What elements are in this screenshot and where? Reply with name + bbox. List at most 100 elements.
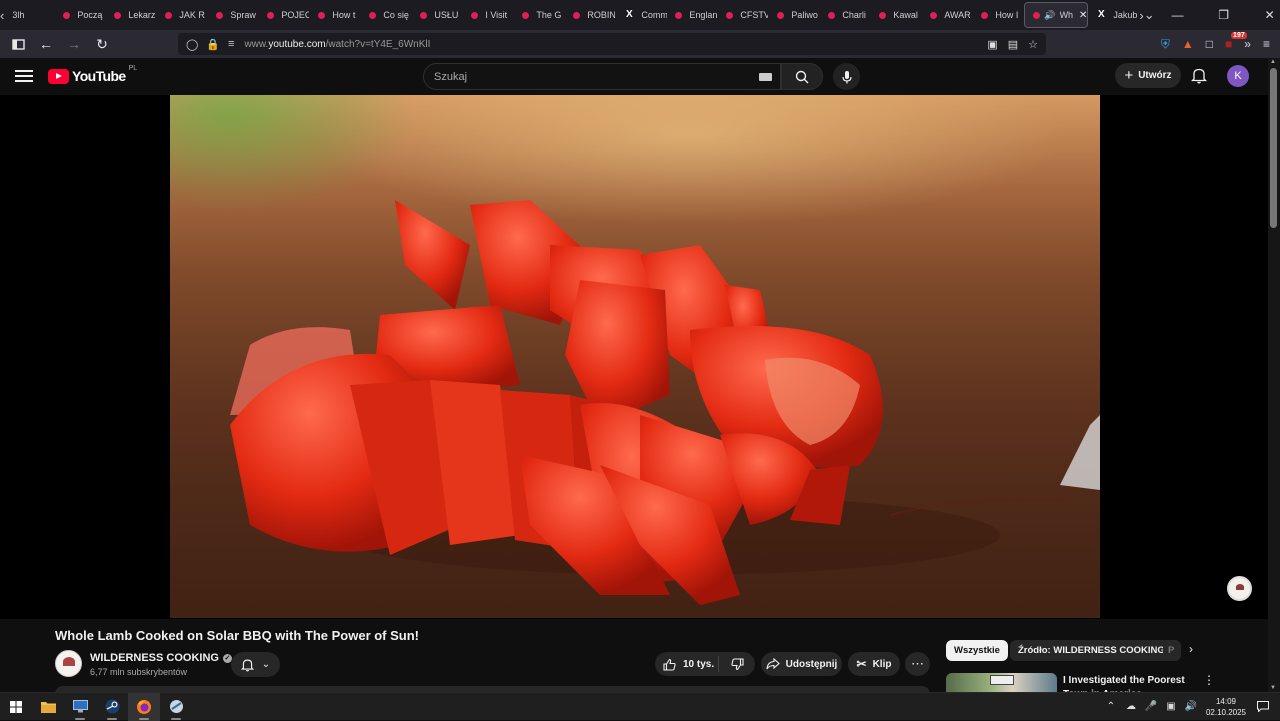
browser-tab[interactable]: CFSTV (718, 2, 769, 28)
chevron-right-icon[interactable]: › (1189, 642, 1193, 656)
microphone-icon[interactable]: 🎤 (1144, 701, 1158, 712)
clock-time: 14:09 (1215, 696, 1237, 706)
extension-fox-icon[interactable]: ▲ (1182, 37, 1194, 51)
account-avatar[interactable]: K (1227, 65, 1249, 87)
lock-icon[interactable]: 🔒 (206, 38, 220, 51)
voice-search-button[interactable] (833, 63, 860, 90)
firefox-icon[interactable] (128, 692, 160, 721)
browser-tab[interactable]: Kawal (871, 2, 922, 28)
browser-tab[interactable]: Charli (820, 2, 871, 28)
browser-tab[interactable]: X Comm (616, 2, 667, 28)
close-window-icon[interactable]: ✕ (1247, 0, 1280, 30)
tracking-protection-icon[interactable]: ◯ (186, 38, 198, 51)
youtube-favicon-icon (879, 11, 887, 19)
browser-tab[interactable]: How t (310, 2, 361, 28)
recommended-thumbnail[interactable] (946, 673, 1057, 693)
search-input[interactable]: Szukaj (423, 63, 781, 90)
youtube-logo[interactable]: YouTube PL (48, 65, 137, 84)
app-icon[interactable] (160, 693, 192, 721)
share-button[interactable]: Udostępnij (761, 652, 842, 676)
file-explorer-icon[interactable] (32, 693, 64, 721)
extensions-puzzle-icon[interactable]: □ (1206, 37, 1213, 51)
taskbar-clock[interactable]: 14:09 02.10.2025 (1204, 696, 1248, 718)
tab-title: Comm (641, 10, 668, 20)
windows-start-icon[interactable] (0, 693, 32, 721)
scrollbar-thumb[interactable] (1270, 68, 1277, 228)
browser-tab[interactable]: ROBIN (565, 2, 616, 28)
extensions-area: ⛨ ▲ □ ■ 197 » ≡ (1161, 32, 1270, 55)
guide-menu-icon[interactable] (15, 67, 33, 85)
clip-button[interactable]: ✂ Klip (848, 652, 900, 676)
sidebar-toggle-icon[interactable] (6, 32, 30, 56)
address-bar[interactable]: ◯ 🔒 ≡ www.youtube.com/watch?v=tY4E_6WnKl… (178, 33, 1046, 55)
list-all-tabs-icon[interactable]: ⌄ (1144, 0, 1155, 30)
create-button[interactable]: + Utwórz (1115, 63, 1181, 88)
browser-tab[interactable]: 3lh (4, 2, 55, 28)
window-controls: — ❐ ✕ (1155, 0, 1280, 30)
keyboard-icon[interactable] (759, 73, 772, 81)
channel-name-link[interactable]: WILDERNESS COOKING ✓ (90, 652, 232, 664)
more-vertical-icon[interactable]: ⋮ (1203, 673, 1215, 687)
tab-audio-icon[interactable]: 🔊 (1044, 10, 1055, 21)
page-scrollbar[interactable]: ▲ ▼ (1268, 58, 1280, 692)
volume-icon[interactable]: 🔊 (1184, 701, 1198, 712)
youtube-favicon-icon (318, 11, 326, 19)
minimize-icon[interactable]: — (1155, 0, 1201, 30)
browser-tab[interactable]: USŁU (412, 2, 463, 28)
app-menu-icon[interactable]: ≡ (1263, 37, 1270, 51)
bell-icon (240, 659, 254, 671)
forward-icon[interactable]: → (62, 32, 86, 56)
browser-tab[interactable]: Paliwo (769, 2, 820, 28)
chip-channel-source[interactable]: Źródło: WILDERNESS COOKING (1010, 640, 1173, 661)
like-button[interactable]: 10 tys. (655, 656, 719, 672)
youtube-favicon-icon (471, 11, 479, 19)
browser-tab[interactable]: Począ (55, 2, 106, 28)
onedrive-cloud-icon[interactable]: ☁ (1124, 701, 1138, 712)
picture-in-picture-icon[interactable]: ▣ (987, 38, 997, 51)
reload-icon[interactable]: ↻ (90, 32, 114, 56)
browser-tab[interactable]: AWAR (922, 2, 973, 28)
browser-tab[interactable]: Co się (361, 2, 412, 28)
more-tools-icon[interactable]: » (1244, 37, 1251, 51)
notification-center-icon[interactable] (1254, 698, 1272, 716)
subscription-notifications-button[interactable]: ⌄ (231, 652, 280, 677)
browser-tab[interactable]: X Jakub (1088, 2, 1139, 28)
channel-avatar[interactable] (55, 650, 82, 677)
browser-tab[interactable]: Lekarz (106, 2, 157, 28)
channel-watermark[interactable] (1227, 576, 1252, 601)
browser-tab-active[interactable]: 🔊 Wh ✕ (1024, 2, 1089, 28)
permissions-icon[interactable]: ≡ (228, 38, 234, 50)
thumbs-up-icon (663, 658, 676, 671)
youtube-favicon-icon (726, 11, 734, 19)
more-actions-button[interactable]: ⋯ (905, 652, 930, 676)
back-icon[interactable]: ← (34, 32, 58, 56)
reader-view-icon[interactable]: ▤ (1008, 38, 1018, 51)
video-frame[interactable] (170, 95, 1100, 618)
scroll-down-icon[interactable]: ▼ (1270, 685, 1276, 691)
browser-tab[interactable]: Englan (667, 2, 718, 28)
close-tab-icon[interactable]: ✕ (1079, 10, 1087, 21)
restore-icon[interactable]: ❐ (1201, 0, 1247, 30)
show-hidden-icons-icon[interactable]: ⌃ (1104, 701, 1118, 712)
browser-tab[interactable]: How I (973, 2, 1024, 28)
vpn-shield-icon[interactable]: ⛨ (1161, 37, 1170, 52)
browser-tab[interactable]: POJEC (259, 2, 310, 28)
steam-icon[interactable] (96, 693, 128, 721)
browser-tab[interactable]: I Visit (463, 2, 514, 28)
browser-tab[interactable]: Spraw (208, 2, 259, 28)
browser-tab[interactable]: The G (514, 2, 565, 28)
ublock-icon[interactable]: ■ 197 (1225, 32, 1247, 51)
recommended-title[interactable]: I Investigated the Poorest Town in Ameri… (1063, 674, 1203, 694)
url-text[interactable]: www.youtube.com/watch?v=tY4E_6WnKlI (244, 39, 430, 50)
remote-desktop-icon[interactable] (64, 693, 96, 721)
scroll-up-icon[interactable]: ▲ (1270, 59, 1276, 65)
bookmark-star-icon[interactable]: ☆ (1028, 38, 1038, 51)
chip-more[interactable]: P (1163, 640, 1181, 661)
network-icon[interactable]: ▣ (1164, 701, 1178, 712)
tab-title: 3lh (12, 10, 25, 20)
notifications-button[interactable] (1190, 67, 1208, 89)
search-button[interactable] (781, 63, 823, 90)
browser-tab[interactable]: JAK R (157, 2, 208, 28)
chip-all[interactable]: Wszystkie (946, 640, 1008, 661)
dislike-button[interactable] (719, 657, 755, 671)
